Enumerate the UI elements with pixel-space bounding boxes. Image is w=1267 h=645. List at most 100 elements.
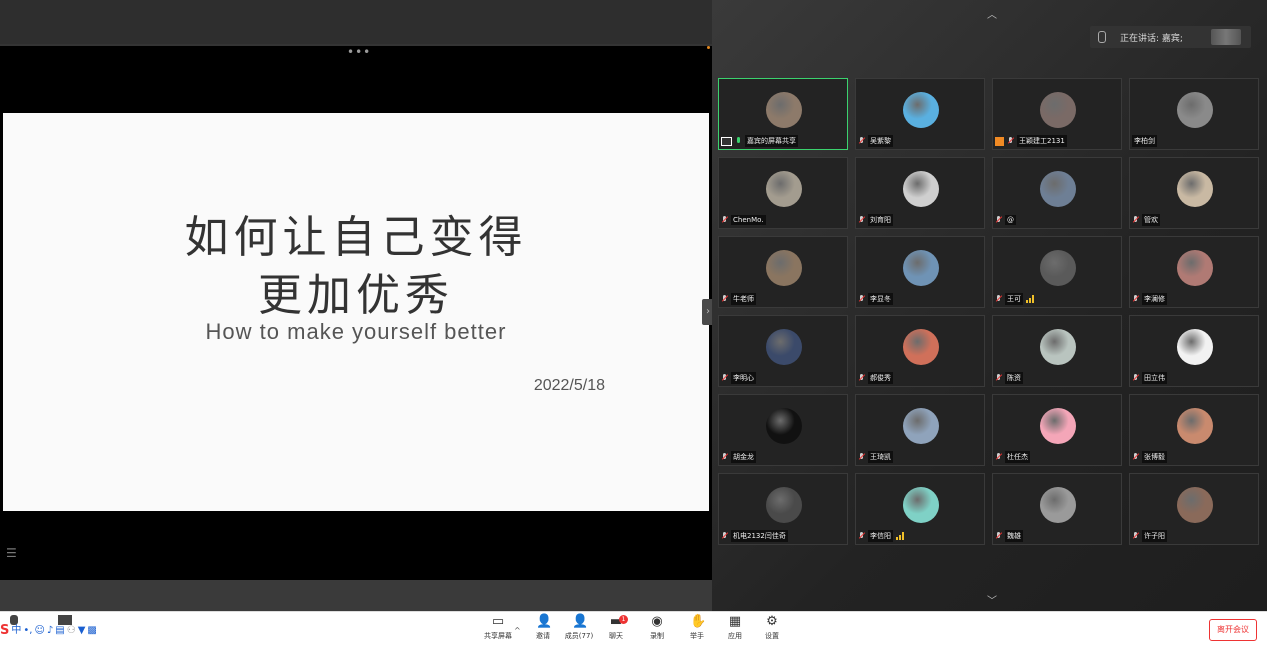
participant-tile[interactable]: 刘育阳	[855, 157, 985, 229]
participant-tile[interactable]: 许子阳	[1129, 473, 1259, 545]
participant-status-row: 陈资	[995, 372, 1023, 384]
chevron-up-icon[interactable]: ︿	[982, 6, 1002, 21]
participant-tile[interactable]: 王可	[992, 236, 1122, 308]
chat-unread-badge: 1	[619, 615, 628, 624]
avatar	[903, 250, 939, 286]
participant-name: 牛老师	[731, 293, 756, 305]
participant-tile[interactable]: 胡金龙	[718, 394, 848, 466]
participant-status-row: @	[995, 214, 1016, 226]
participant-name: 李显冬	[868, 293, 893, 305]
list-icon[interactable]: ☰	[6, 546, 17, 560]
slide-subtitle: How to make yourself better	[205, 319, 507, 344]
participant-status-row: 郝俊秀	[858, 372, 893, 384]
mic-muted-icon	[1132, 374, 1139, 382]
avatar	[903, 408, 939, 444]
leave-meeting-button[interactable]: 离开会议	[1209, 619, 1257, 641]
share-options-caret-icon[interactable]: ^	[514, 626, 521, 635]
keyboard-icon[interactable]: ▤	[55, 625, 64, 637]
mic-muted-icon	[995, 295, 1002, 303]
participant-tile[interactable]: 魏雄	[992, 473, 1122, 545]
slide-title-line2: 更加优秀	[258, 270, 454, 321]
participant-status-row: 机电2132闫佳奇	[721, 530, 788, 542]
active-speaker-indicator: 正在讲话: 嘉宾;	[1090, 26, 1251, 48]
record-icon: ◉	[651, 614, 663, 629]
user-center-icon[interactable]: ⚇	[67, 625, 76, 637]
active-speaker-label: 正在讲话: 嘉宾;	[1120, 34, 1183, 44]
record-button[interactable]: ◉ 录制	[638, 615, 676, 641]
mic-on-icon	[735, 137, 742, 145]
participant-tile[interactable]: 杜任杰	[992, 394, 1122, 466]
invite-button[interactable]: 👤 邀请	[524, 615, 562, 641]
participant-name: 李柏剑	[1132, 135, 1157, 147]
participant-name: 魏雄	[1005, 530, 1023, 542]
participant-tile[interactable]: 王琦凯	[855, 394, 985, 466]
avatar	[1177, 250, 1213, 286]
participant-name: 刘育阳	[868, 214, 893, 226]
participant-status-row: 牛老师	[721, 293, 756, 305]
mic-muted-icon	[1132, 453, 1139, 461]
members-button[interactable]: 👤 成员(77)	[560, 615, 598, 641]
participant-tile[interactable]: 管欢	[1129, 157, 1259, 229]
participants-gallery: ︿ ﹀ 正在讲话: 嘉宾; 嘉宾的屏幕共享 吴紫黎 王颖建工2131 李柏剑 ChenM…	[712, 0, 1267, 611]
mic-muted-icon	[721, 295, 728, 303]
emoji-icon[interactable]: ☺	[34, 625, 44, 637]
avatar	[766, 250, 802, 286]
shared-screen-bottom-bar	[0, 580, 712, 611]
toolbox-icon[interactable]: ▩	[87, 625, 96, 637]
participant-name: 李明心	[731, 372, 756, 384]
participant-name: 陈资	[1005, 372, 1023, 384]
participant-tile[interactable]: 张博毅	[1129, 394, 1259, 466]
participant-tile[interactable]: 郝俊秀	[855, 315, 985, 387]
mic-muted-icon	[721, 453, 728, 461]
participant-tile[interactable]: 嘉宾的屏幕共享	[718, 78, 848, 150]
share-screen-button[interactable]: ▭ 共享屏幕	[479, 615, 517, 641]
ime-lang-toggle[interactable]: 中	[11, 625, 21, 637]
punctuation-icon[interactable]: •,	[23, 625, 32, 637]
participant-tile[interactable]: 王颖建工2131	[992, 78, 1122, 150]
participant-status-row: 李柏剑	[1132, 135, 1157, 147]
participant-status-row: 王颖建工2131	[995, 135, 1067, 147]
participant-tile[interactable]: 李柏剑	[1129, 78, 1259, 150]
mic-muted-icon	[721, 374, 728, 382]
participant-status-row: 李信阳	[858, 530, 904, 542]
user-icon: 👤	[572, 614, 589, 629]
participant-status-row: 吴紫黎	[858, 135, 893, 147]
more-options-icon[interactable]: •••	[347, 46, 371, 58]
mic-muted-icon	[995, 453, 1002, 461]
participant-tile[interactable]: 李澜修	[1129, 236, 1259, 308]
participant-tile[interactable]: 陈资	[992, 315, 1122, 387]
settings-button[interactable]: ⚙ 设置	[753, 615, 791, 641]
participant-tile[interactable]: 李明心	[718, 315, 848, 387]
participant-status-row: 管欢	[1132, 214, 1160, 226]
participant-tile[interactable]: 吴紫黎	[855, 78, 985, 150]
mic-muted-icon	[721, 216, 728, 224]
raise-hand-button[interactable]: ✋ 举手	[678, 615, 716, 641]
mic-muted-icon	[858, 137, 865, 145]
voice-icon[interactable]: ♪	[47, 625, 53, 637]
avatar	[903, 171, 939, 207]
participant-tile[interactable]: @	[992, 157, 1122, 229]
avatar	[1177, 171, 1213, 207]
participant-tile[interactable]: 李信阳	[855, 473, 985, 545]
participant-status-row: 嘉宾的屏幕共享	[721, 135, 798, 147]
participant-name: 杜任杰	[1005, 451, 1030, 463]
skin-icon[interactable]: ▼	[78, 625, 86, 637]
avatar	[1177, 408, 1213, 444]
sogou-logo-icon[interactable]: S	[0, 624, 9, 637]
participant-status-row: 魏雄	[995, 530, 1023, 542]
participant-tile[interactable]: ChenMo.	[718, 157, 848, 229]
chevron-down-icon[interactable]: ﹀	[982, 592, 1002, 607]
participant-status-row: 杜任杰	[995, 451, 1030, 463]
participant-tile[interactable]: 牛老师	[718, 236, 848, 308]
participant-status-row: 王琦凯	[858, 451, 893, 463]
participant-tile[interactable]: 李显冬	[855, 236, 985, 308]
chat-button[interactable]: ▬ 1 聊天	[597, 615, 635, 641]
participant-tile[interactable]: 机电2132闫佳奇	[718, 473, 848, 545]
avatar	[766, 329, 802, 365]
apps-button[interactable]: ▦ 应用	[716, 615, 754, 641]
mic-muted-icon	[1132, 216, 1139, 224]
participant-status-row: 许子阳	[1132, 530, 1167, 542]
signal-strength-icon	[896, 532, 904, 540]
participant-name: 吴紫黎	[868, 135, 893, 147]
participant-tile[interactable]: 田立伟	[1129, 315, 1259, 387]
